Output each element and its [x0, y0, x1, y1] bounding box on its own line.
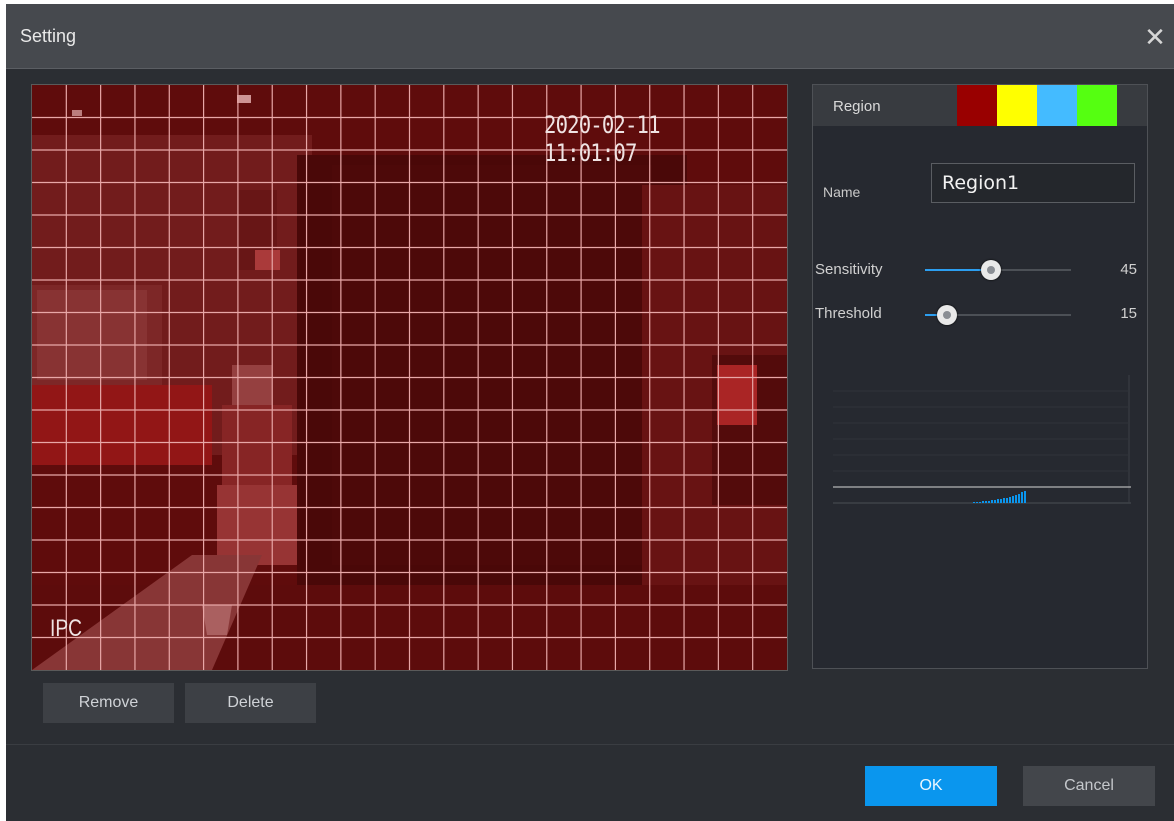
setting-dialog: Setting ✕ 2020-02-11 11:01:07 IPC Remove… [6, 4, 1174, 821]
region-name-input[interactable] [931, 163, 1135, 203]
video-timestamp: 2020-02-11 11:01:07 [544, 111, 661, 167]
region-color-1[interactable] [957, 85, 997, 126]
title-bar: Setting ✕ [6, 4, 1174, 69]
region-color-4[interactable] [1077, 85, 1117, 126]
sensitivity-slider[interactable] [925, 260, 1071, 280]
region-label: Region [833, 98, 881, 115]
threshold-handle[interactable] [936, 305, 957, 325]
ok-button[interactable]: OK [865, 766, 997, 806]
region-panel: Region Name Sensitivity 45 Threshold 15 [812, 84, 1148, 669]
region-color-2[interactable] [997, 85, 1037, 126]
region-header: Region [813, 85, 1147, 126]
region-color-3[interactable] [1037, 85, 1077, 126]
camera-scene [32, 85, 787, 670]
camera-label: IPC [50, 615, 83, 642]
detection-grid [32, 85, 787, 670]
threshold-slider[interactable] [925, 305, 1071, 325]
footer-divider [6, 744, 1174, 745]
video-preview[interactable]: 2020-02-11 11:01:07 IPC [31, 84, 788, 671]
dialog-title: Setting [20, 26, 77, 46]
threshold-value: 15 [1120, 305, 1137, 322]
threshold-label: Threshold [815, 305, 882, 322]
close-icon[interactable]: ✕ [1142, 24, 1168, 50]
cancel-button[interactable]: Cancel [1023, 766, 1155, 806]
sensitivity-value: 45 [1120, 261, 1137, 278]
motion-activity-graph [833, 375, 1131, 511]
name-label: Name [823, 184, 861, 200]
delete-button[interactable]: Delete [185, 683, 316, 723]
sensitivity-label: Sensitivity [815, 261, 883, 278]
remove-button[interactable]: Remove [43, 683, 174, 723]
sensitivity-handle[interactable] [980, 260, 1001, 280]
